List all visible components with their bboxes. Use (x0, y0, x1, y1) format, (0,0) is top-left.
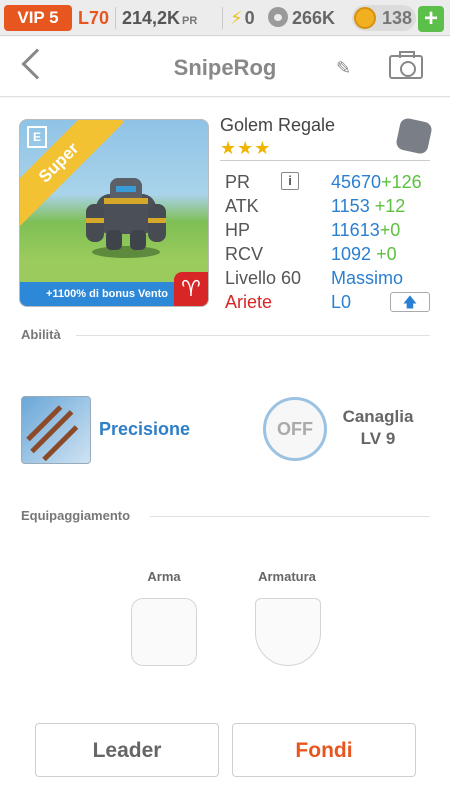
sign-label: Ariete (225, 292, 273, 312)
sign-row: Ariete L0 🡅 (225, 290, 435, 314)
coin-counter[interactable]: 138 (352, 5, 416, 31)
rock-element-icon (395, 117, 433, 155)
energy-counter[interactable]: ⚡ 0 (230, 5, 255, 31)
weapon-slot[interactable] (131, 598, 197, 666)
stat-row: RCV 1092 +0 (225, 242, 435, 266)
stat-base: 1153 (331, 196, 370, 216)
stat-label: HP (225, 220, 251, 240)
sign-value: L0 (331, 292, 352, 312)
coin-icon (354, 7, 376, 29)
add-coins-button[interactable]: + (418, 6, 444, 32)
stat-value: 1153 +12 (331, 194, 405, 218)
skill-name[interactable]: Precisione (99, 419, 190, 440)
stat-label: RCV (225, 244, 264, 264)
camera-icon[interactable] (389, 51, 423, 79)
lightning-icon: ⚡ (230, 8, 243, 28)
armor-slot-label: Armatura (258, 569, 316, 584)
stat-base: 45670 (331, 172, 382, 192)
divider (220, 160, 430, 161)
divider (115, 7, 116, 29)
level-label: Livello 60 (225, 268, 302, 288)
stat-label: PR (225, 172, 251, 192)
stat-bonus: +0 (376, 244, 397, 264)
monster-detail: Super E +1100% di bonus Vento ♈ Golem Re… (0, 98, 450, 800)
star-rating: ★★★ (220, 138, 272, 158)
stat-value: 11613+0 (331, 218, 400, 242)
stat-base: 1092 (331, 244, 372, 264)
top-status-bar: VIP 5 L70 214,2K PR ⚡ 0 266K 138 + (0, 0, 450, 36)
food-value: 266K (292, 8, 336, 28)
coin-value: 138 (382, 8, 413, 28)
stat-value: 1092 +0 (331, 242, 397, 266)
leader-button[interactable]: Leader (35, 723, 219, 777)
golem-portrait (86, 178, 166, 258)
skill-arrows-icon[interactable] (21, 396, 91, 464)
leader-skill-off-badge[interactable]: OFF (263, 397, 327, 461)
stats-table: PR i 45670+126 ATK 1153 +12 HP 11613+0 R… (225, 170, 435, 314)
player-power-rating: 214,2K PR (122, 5, 197, 34)
stat-bonus: +126 (381, 172, 422, 192)
leader-skill-level: LV 9 (360, 429, 396, 448)
upgrade-arrow-icon[interactable]: 🡅 (390, 292, 430, 312)
merge-button[interactable]: Fondi (232, 723, 416, 777)
food-counter[interactable]: 266K (268, 5, 335, 31)
stat-value: 45670+126 (331, 170, 422, 194)
stat-base: 11613 (331, 220, 380, 240)
stat-row: ATK 1153 +12 (225, 194, 435, 218)
level-row: Livello 60 Massimo (225, 266, 435, 290)
aries-icon: ♈ (174, 272, 208, 306)
stat-bonus: +12 (374, 196, 406, 216)
page-title: SnipeRog (173, 55, 277, 80)
element-badge-icon: E (27, 126, 47, 148)
energy-value: 0 (244, 8, 255, 28)
stat-bonus: +0 (379, 220, 401, 240)
stat-label: ATK (225, 196, 259, 216)
weapon-slot-label: Arma (147, 569, 181, 584)
player-level: L70 (78, 8, 110, 28)
abilities-section-title: Abilità (21, 327, 61, 342)
pencil-icon[interactable]: ✎ (336, 59, 354, 77)
equipment-section-title: Equipaggiamento (21, 508, 131, 523)
stat-row: PR i 45670+126 (225, 170, 435, 194)
divider (222, 7, 223, 29)
vip-badge[interactable]: VIP 5 (4, 5, 72, 31)
page-header: SnipeRog ✎ (0, 37, 450, 97)
monster-name: Golem Regale (220, 115, 336, 135)
divider (76, 335, 430, 336)
leader-skill-name: Canaglia (342, 407, 414, 426)
info-icon[interactable]: i (281, 172, 299, 190)
leader-skill[interactable]: Canaglia LV 9 (330, 406, 426, 450)
pr-unit: PR (182, 15, 198, 27)
divider (150, 516, 430, 517)
stat-row: HP 11613+0 (225, 218, 435, 242)
paw-icon (268, 7, 288, 27)
monster-card[interactable]: Super E +1100% di bonus Vento ♈ (19, 119, 209, 307)
pr-value: 214,2K (122, 8, 181, 28)
armor-slot[interactable] (255, 598, 321, 666)
level-value: Massimo (331, 268, 404, 288)
